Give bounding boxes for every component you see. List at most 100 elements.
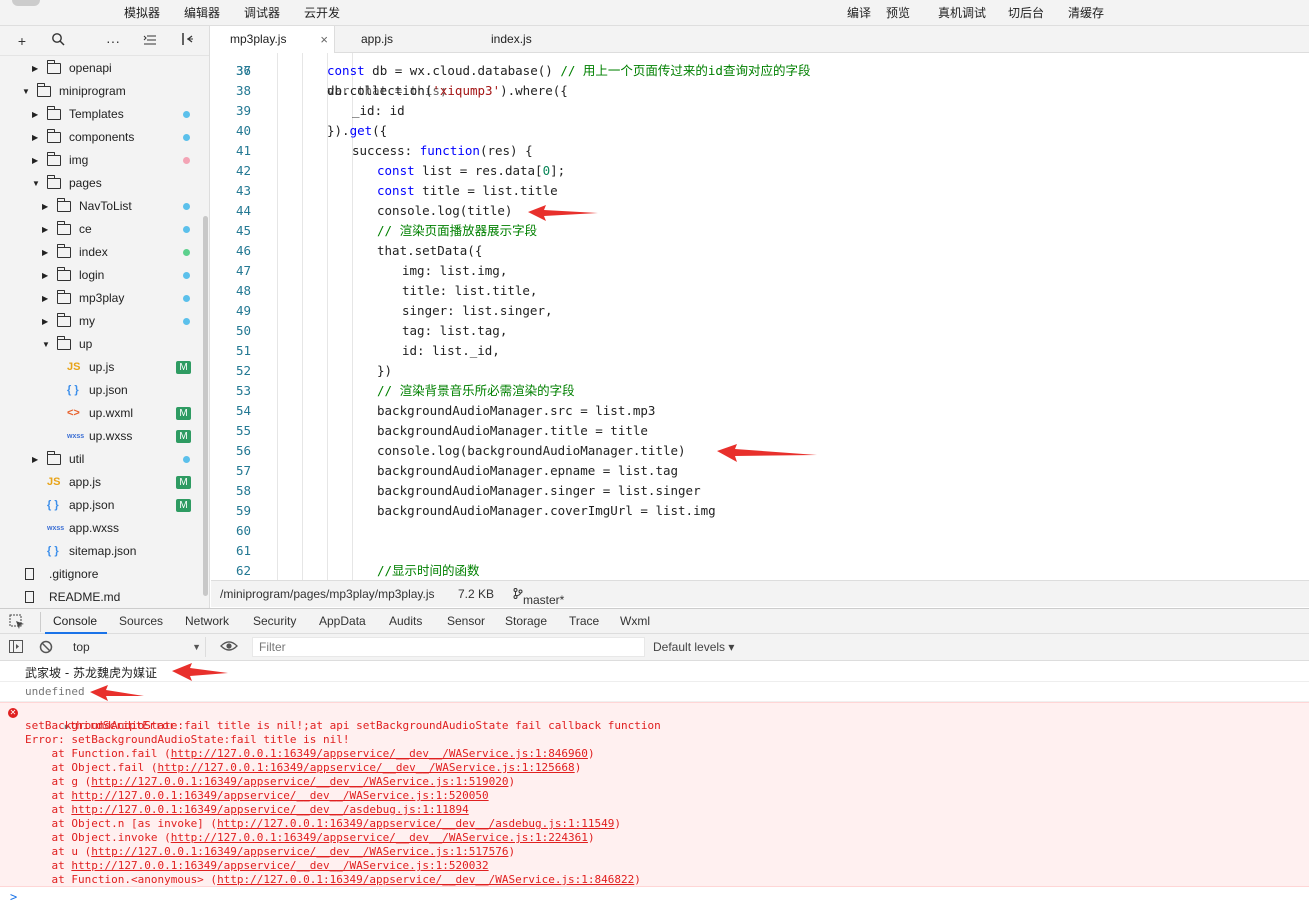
close-icon[interactable]: × — [320, 26, 328, 53]
line-number: 38 — [235, 83, 251, 98]
tab-security[interactable]: Security — [253, 614, 296, 628]
clear-cache-button[interactable]: 清缓存 — [1068, 4, 1104, 21]
tab-trace[interactable]: Trace — [569, 614, 599, 628]
status-dot — [183, 272, 190, 279]
git-branch[interactable]: master* — [513, 587, 564, 607]
context-select[interactable]: top ▼ — [66, 637, 206, 657]
tab-sources[interactable]: Sources — [119, 614, 163, 628]
chevron-right-icon[interactable]: ▶ — [42, 287, 52, 310]
plus-icon[interactable]: + — [12, 31, 32, 51]
tree-item-sitemap-json[interactable]: { } sitemap.json — [0, 540, 209, 563]
background-button[interactable]: 切后台 — [1008, 4, 1044, 21]
menu-debugger[interactable]: 调试器 — [244, 4, 280, 21]
tab-appdata[interactable]: AppData — [319, 614, 366, 628]
source-link[interactable]: http://127.0.0.1:16349/appservice/__dev_… — [157, 761, 574, 774]
tab-network[interactable]: Network — [185, 614, 229, 628]
tree-item-app-wxss[interactable]: wxss app.wxss — [0, 517, 209, 540]
source-link[interactable]: http://127.0.0.1:16349/appservice/__dev_… — [217, 873, 634, 886]
chevron-right-icon[interactable]: ▶ — [42, 218, 52, 241]
search-icon[interactable] — [48, 31, 68, 51]
preview-button[interactable]: 预览 — [886, 4, 910, 21]
chevron-right-icon[interactable]: ▶ — [42, 310, 52, 333]
menu-cloud[interactable]: 云开发 — [304, 4, 340, 21]
tree-item-up-wxml[interactable]: <> up.wxml M — [0, 402, 209, 425]
tree-item-pages[interactable]: ▼ pages — [0, 172, 209, 195]
clear-console-icon[interactable] — [39, 640, 53, 657]
tab-console[interactable]: Console — [53, 614, 97, 628]
tree-item-img[interactable]: ▶ img — [0, 149, 209, 172]
tab-mp3play-js[interactable]: mp3play.js × — [211, 26, 335, 53]
chevron-down-icon[interactable]: ▼ — [42, 333, 52, 356]
tab-wxml[interactable]: Wxml — [620, 614, 650, 628]
log-row: 武家坡 - 苏龙魏虎为媒证 — [0, 661, 1309, 682]
chevron-right-icon[interactable]: ▶ — [32, 57, 42, 80]
tree-item-my[interactable]: ▶ my — [0, 310, 209, 333]
code-line: 57 backgroundAudioManager.epname = list.t… — [211, 461, 1309, 481]
tree-item-readme-md[interactable]: README.md — [0, 586, 209, 608]
source-link[interactable]: http://127.0.0.1:16349/appservice/__dev_… — [217, 817, 614, 830]
tree-item-mp3play[interactable]: ▶ mp3play — [0, 287, 209, 310]
inspect-icon[interactable] — [9, 614, 25, 633]
tree-item-ce[interactable]: ▶ ce — [0, 218, 209, 241]
console-prompt[interactable]: > — [10, 890, 17, 903]
source-link[interactable]: http://127.0.0.1:16349/appservice/__dev_… — [91, 845, 508, 858]
tree-item-util[interactable]: ▶ util — [0, 448, 209, 471]
eye-icon[interactable] — [220, 639, 238, 656]
error-header[interactable]: ▶thirdScriptError — [25, 705, 176, 732]
error-icon: ✕ — [8, 708, 18, 718]
chevron-right-icon[interactable]: ▶ — [32, 448, 42, 471]
source-link[interactable]: http://127.0.0.1:16349/appservice/__dev_… — [71, 859, 488, 872]
source-link[interactable]: http://127.0.0.1:16349/appservice/__dev_… — [91, 775, 508, 788]
chevron-right-icon[interactable]: ▶ — [32, 149, 42, 172]
tree-item-up-json[interactable]: { } up.json — [0, 379, 209, 402]
compile-button[interactable]: 编译 — [847, 4, 871, 21]
tree-item-gitignore[interactable]: .gitignore — [0, 563, 209, 586]
code-editor[interactable]: 36 var that = this; 37 const db = wx.clou… — [211, 53, 1309, 580]
filter-input[interactable]: Filter — [252, 637, 645, 657]
tab-sensor[interactable]: Sensor — [447, 614, 485, 628]
chevron-down-icon[interactable]: ▼ — [22, 80, 32, 103]
tab-app-js[interactable]: app.js — [361, 26, 441, 53]
tab-storage[interactable]: Storage — [505, 614, 547, 628]
file-icon — [25, 591, 34, 603]
tree-item-index[interactable]: ▶ index — [0, 241, 209, 264]
chevron-right-icon[interactable]: ▶ — [42, 264, 52, 287]
source-link[interactable]: http://127.0.0.1:16349/appservice/__dev_… — [171, 747, 588, 760]
source-link[interactable]: http://127.0.0.1:16349/appservice/__dev_… — [71, 789, 488, 802]
chevron-right-icon[interactable]: ▶ — [42, 195, 52, 218]
tree-item-up[interactable]: ▼ up — [0, 333, 209, 356]
tree-item-up-wxss[interactable]: wxss up.wxss M — [0, 425, 209, 448]
source-link[interactable]: http://127.0.0.1:16349/appservice/__dev_… — [71, 803, 468, 816]
tree-item-app-json[interactable]: { } app.json M — [0, 494, 209, 517]
console-toolbar: top ▼ Filter Default levels ▾ — [0, 634, 1309, 661]
menu-editor[interactable]: 编辑器 — [184, 4, 220, 21]
tree-item-openapi[interactable]: ▶ openapi — [0, 57, 209, 80]
split-icon[interactable] — [177, 31, 197, 51]
tree-item-miniprogram[interactable]: ▼ miniprogram — [0, 80, 209, 103]
tab-index-js[interactable]: index.js — [491, 26, 571, 53]
chevron-right-icon[interactable]: ▶ — [42, 241, 52, 264]
tab-audits[interactable]: Audits — [389, 614, 422, 628]
tree-item-navtolist[interactable]: ▶ NavToList — [0, 195, 209, 218]
menu-simulator[interactable]: 模拟器 — [124, 4, 160, 21]
chevron-down-icon[interactable]: ▼ — [32, 172, 42, 195]
tree-item-label: up.js — [89, 360, 115, 374]
tree-item-templates[interactable]: ▶ Templates — [0, 103, 209, 126]
sidebar-toggle-icon[interactable] — [9, 640, 23, 656]
sidebar-scrollbar[interactable] — [203, 216, 208, 596]
log-levels-select[interactable]: Default levels ▾ — [653, 640, 734, 654]
chevron-right-icon[interactable]: ▶ — [32, 126, 42, 149]
tree-item-app-js[interactable]: JS app.js M — [0, 471, 209, 494]
code-line: 55 backgroundAudioManager.title = title — [211, 421, 1309, 441]
modified-badge: M — [176, 361, 191, 374]
tree-item-label: up.json — [89, 383, 128, 397]
collapse-all-icon[interactable] — [140, 31, 160, 51]
tree-item-components[interactable]: ▶ components — [0, 126, 209, 149]
remote-debug-button[interactable]: 真机调试 — [938, 4, 986, 21]
tree-item-up-js[interactable]: JS up.js M — [0, 356, 209, 379]
chevron-right-icon[interactable]: ▶ — [32, 103, 42, 126]
more-icon[interactable]: ··· — [103, 31, 123, 51]
code-text: that.setData({ — [377, 243, 483, 258]
tree-item-login[interactable]: ▶ login — [0, 264, 209, 287]
source-link[interactable]: http://127.0.0.1:16349/appservice/__dev_… — [171, 831, 588, 844]
